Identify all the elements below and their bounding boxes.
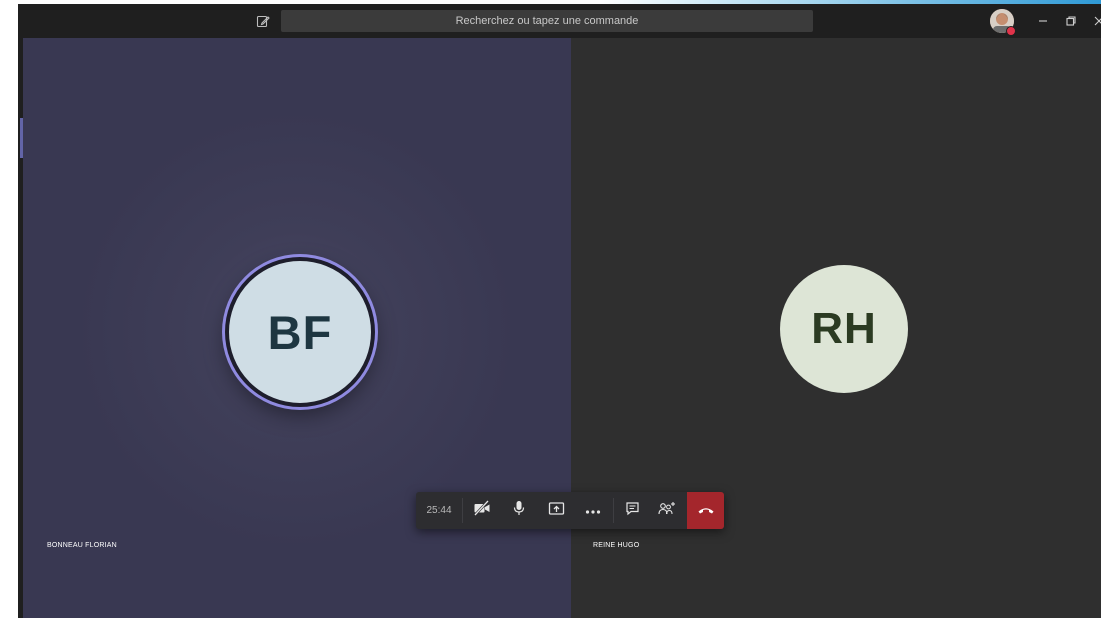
divider xyxy=(462,498,463,523)
participant-initials: BF xyxy=(267,305,333,359)
hang-up-button[interactable] xyxy=(687,492,724,529)
participants-button[interactable] xyxy=(652,492,682,529)
share-screen-icon xyxy=(548,501,565,521)
microphone-button[interactable] xyxy=(504,492,534,529)
participant-avatar-bf: BF xyxy=(225,257,375,407)
participant-tile-bonneau-florian[interactable]: BF BONNEAU FLORIAN xyxy=(23,38,571,618)
call-controls-bar: 25:44 xyxy=(416,492,724,529)
call-timer: 25:44 xyxy=(426,505,452,516)
title-bar xyxy=(18,4,1101,38)
restore-icon[interactable] xyxy=(1062,12,1080,30)
camera-off-icon xyxy=(473,500,491,521)
compose-icon[interactable] xyxy=(254,12,272,30)
window-top-edge xyxy=(0,0,600,4)
minimize-icon[interactable] xyxy=(1034,12,1052,30)
participant-tile-reine-hugo[interactable]: RH REINE HUGO xyxy=(571,38,1101,618)
chat-button[interactable] xyxy=(617,492,647,529)
divider xyxy=(613,498,614,523)
hang-up-icon xyxy=(697,502,715,520)
presence-busy-indicator xyxy=(1006,26,1016,36)
share-screen-button[interactable] xyxy=(541,492,571,529)
camera-toggle-button[interactable] xyxy=(467,492,497,529)
more-actions-button[interactable] xyxy=(578,492,608,529)
participant-avatar-rh: RH xyxy=(780,265,908,393)
participant-name-label: REINE HUGO xyxy=(593,542,640,549)
participants-icon xyxy=(658,501,676,521)
microphone-icon xyxy=(512,500,526,521)
desktop-background-strip xyxy=(600,0,1101,4)
search-input[interactable] xyxy=(281,10,813,32)
left-margin xyxy=(0,0,18,618)
chat-icon xyxy=(625,501,640,521)
close-icon[interactable] xyxy=(1090,12,1101,30)
participant-name-label: BONNEAU FLORIAN xyxy=(47,542,117,549)
participant-initials: RH xyxy=(811,304,877,353)
more-icon xyxy=(585,502,601,520)
